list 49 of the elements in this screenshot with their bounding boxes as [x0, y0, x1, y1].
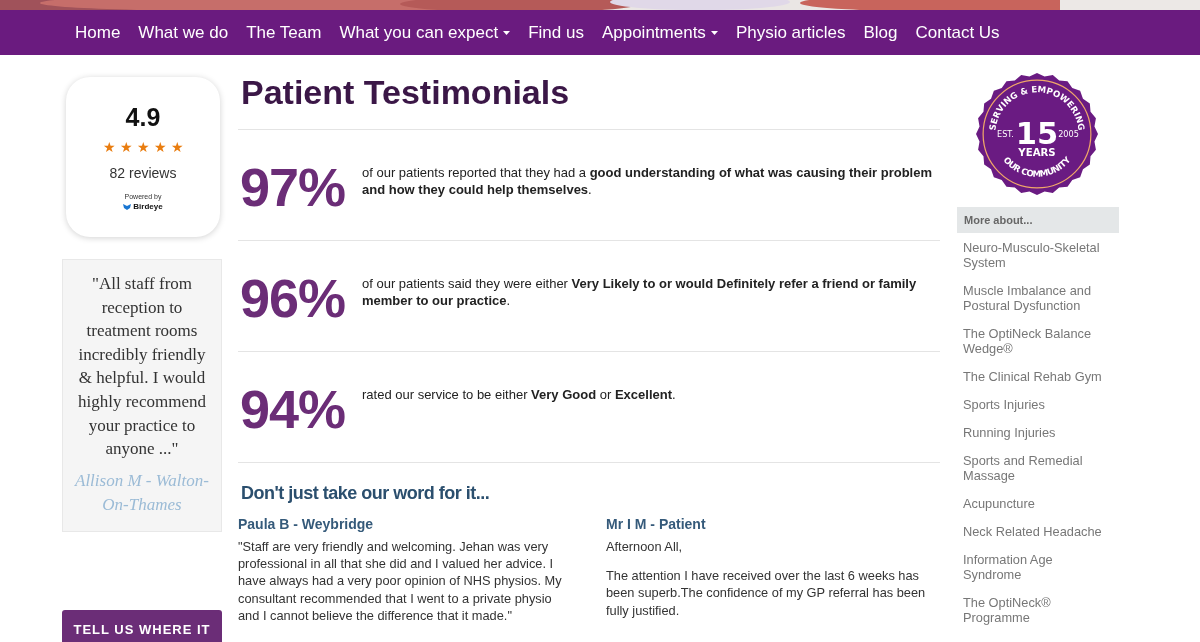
sidebar-link[interactable]: The OptiNeck® Programme — [957, 588, 1119, 631]
sidebar-link[interactable]: Running Injuries — [957, 418, 1119, 446]
review-text: "Staff are very friendly and welcoming. Jehan was very professional in all that she did and I valued her advice. I have always had a very poor opinion of NHS physios. My consultant recommended that I went to a private physio and I cannot believe the difference that it made." — [238, 538, 563, 624]
sidebar-link[interactable]: Acupuncture — [957, 489, 1119, 517]
badge-text: YEARS — [1018, 147, 1056, 159]
sidebar-heading: More about... — [957, 207, 1119, 233]
rating-score: 4.9 — [125, 103, 161, 132]
reviewer-name: Paula B - Weybridge — [238, 516, 375, 532]
sidebar-link[interactable]: Sports and Remedial Massage — [957, 446, 1119, 489]
quote-author: Allison M - Walton-On-Thames — [73, 469, 210, 516]
nav-link[interactable]: Blog — [854, 22, 907, 43]
reviewer-name: Mr I M - Patient — [606, 516, 707, 532]
nav-link[interactable]: Physio articles — [726, 22, 855, 43]
star-icon: ★ — [136, 140, 150, 154]
testimonial-quote: "All staff from reception to treatment rooms incredibly friendly & helpful. I would highly recommend your practice to anyone ..." — [77, 273, 207, 461]
review-count: 82 reviews — [109, 165, 177, 181]
sidebar-link[interactable]: Sports Injuries — [957, 390, 1119, 418]
nav-link[interactable]: Contact Us — [906, 22, 1009, 43]
nav-link[interactable]: Home — [75, 22, 130, 43]
sidebar-link[interactable]: Muscle Imbalance and Postural Dysfunction — [957, 276, 1119, 319]
nav-link[interactable]: Find us — [519, 22, 593, 43]
sidebar-link[interactable]: Information Age Syndrome — [957, 545, 1119, 588]
nav-link[interactable]: The Team — [237, 22, 331, 43]
bird-icon — [123, 202, 132, 211]
stat-percentage: 97% — [239, 160, 347, 214]
badge-text: EST. — [997, 129, 1014, 140]
sidebar-link[interactable]: The Clinical Rehab Gym — [957, 362, 1119, 390]
sidebar-link[interactable]: The OptiNeck Balance Wedge® — [957, 319, 1119, 362]
star-icon: ★ — [170, 140, 184, 154]
badge-text: 2005 — [1058, 129, 1079, 140]
sidebar-link[interactable]: Neuro-Musculo-Skeletal System — [957, 233, 1119, 276]
star-icon: ★ — [153, 140, 167, 154]
nav-link[interactable]: Appointments — [592, 22, 727, 43]
cta-button[interactable]: TELL US WHERE IT — [62, 609, 222, 642]
nav-link[interactable]: What you can expect — [330, 22, 520, 43]
brand-name: Birdeye — [133, 202, 163, 211]
section-heading: Don't just take our word for it... — [241, 483, 491, 504]
stat-percentage: 96% — [239, 271, 347, 325]
star-icon: ★ — [119, 140, 133, 154]
page-title: Patient Testimonials — [238, 77, 940, 130]
stat-description: of our patients said they were either Very Likely to or would Definitely refer a friend or family member to our practice. — [362, 275, 918, 309]
review-text: Afternoon All, — [606, 538, 684, 556]
sidebar-link[interactable]: Neck Related Headache — [957, 517, 1119, 545]
stat-description: rated our service to be either Very Good or Excellent. — [362, 386, 677, 403]
review-text: The attention I have received over the last 6 weeks has been superb.The confidence of my GP referral has been fully justified. — [606, 567, 927, 619]
stat-percentage: 94% — [239, 382, 347, 436]
stat-description: of our patients reported that they had a good understanding of what was causing their problem and how they could help themselves. — [362, 164, 933, 198]
nav-link[interactable]: What we do — [129, 22, 238, 43]
star-icon: ★ — [102, 140, 116, 154]
